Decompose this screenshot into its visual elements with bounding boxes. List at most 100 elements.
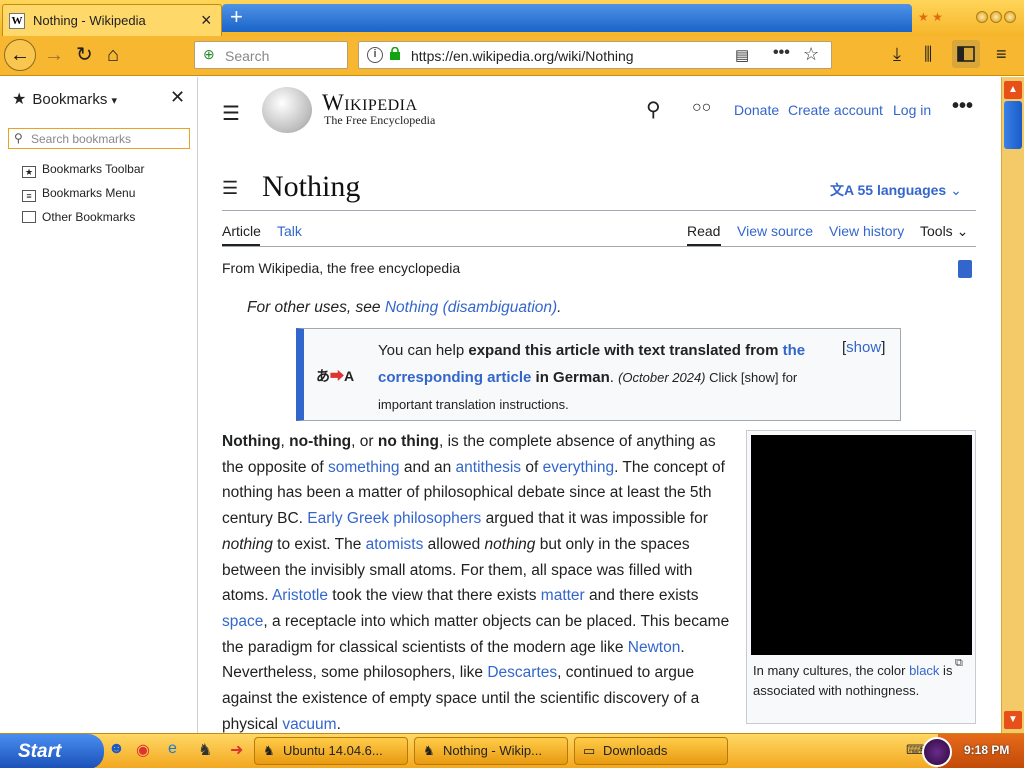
bookmarks-search-placeholder: Search bookmarks bbox=[31, 132, 132, 146]
minimize-button[interactable] bbox=[976, 11, 988, 23]
link-descartes[interactable]: Descartes bbox=[487, 664, 557, 681]
start-button[interactable]: Start bbox=[0, 734, 104, 768]
tab-talk[interactable]: Talk bbox=[277, 223, 302, 239]
internet-explorer-icon[interactable]: e bbox=[168, 740, 177, 758]
tab-bar-background bbox=[222, 4, 912, 32]
log-in-link[interactable]: Log in bbox=[893, 102, 931, 118]
link-antithesis[interactable]: antithesis bbox=[456, 459, 521, 476]
link-everything[interactable]: everything bbox=[543, 459, 615, 476]
people-icon[interactable]: ☻ bbox=[108, 740, 125, 758]
create-account-link[interactable]: Create account bbox=[788, 102, 883, 118]
page-content: ☰ Wikipedia The Free Encyclopedia ⚲ ○○ D… bbox=[200, 77, 1000, 733]
scroll-thumb[interactable] bbox=[1004, 101, 1022, 149]
search-icon[interactable]: ⚲ bbox=[646, 97, 661, 122]
maximize-button[interactable] bbox=[990, 11, 1002, 23]
languages-button[interactable]: 文A 55 languages ⌄ bbox=[830, 180, 962, 200]
close-window-button[interactable] bbox=[1004, 11, 1016, 23]
sidebar-item-bookmarks-toolbar[interactable]: ★ Bookmarks Toolbar bbox=[22, 162, 145, 178]
home-icon[interactable]: ⌂ bbox=[107, 42, 119, 68]
link-matter[interactable]: matter bbox=[541, 587, 585, 604]
wikipedia-tagline: The Free Encyclopedia bbox=[324, 113, 436, 127]
link-atomists[interactable]: atomists bbox=[366, 536, 424, 553]
hatnote: For other uses, see Nothing (disambiguat… bbox=[247, 299, 562, 316]
tab-view-history[interactable]: View history bbox=[829, 223, 904, 239]
library-icon[interactable]: ⫼ bbox=[924, 44, 932, 65]
star-icon: ★ bbox=[12, 91, 27, 108]
enlarge-icon[interactable]: ⧉ bbox=[955, 657, 963, 670]
search-input[interactable]: ⊕ Search bbox=[194, 41, 348, 69]
link-aristotle[interactable]: Aristotle bbox=[272, 587, 328, 604]
task-wikipedia[interactable]: ♞ Nothing - Wikip... bbox=[414, 737, 568, 765]
tab-tools[interactable]: Tools ⌄ bbox=[920, 223, 968, 240]
vertical-scrollbar[interactable]: ▲ ▼ bbox=[1001, 77, 1024, 733]
sidebar-close-icon[interactable]: ✕ bbox=[170, 87, 185, 108]
link-space[interactable]: space bbox=[222, 613, 263, 630]
sidebar-item-other-bookmarks[interactable]: Other Bookmarks bbox=[22, 210, 135, 224]
scroll-down-icon[interactable]: ▼ bbox=[1004, 711, 1022, 729]
link-newton[interactable]: Newton bbox=[628, 639, 681, 656]
chevron-down-icon: ▾ bbox=[111, 95, 118, 107]
forward-icon[interactable]: → bbox=[44, 42, 64, 68]
gnu-icon: ♞ bbox=[263, 743, 275, 758]
appearance-icon[interactable]: ○○ bbox=[692, 99, 711, 117]
reader-view-icon[interactable]: ▤ bbox=[735, 46, 749, 64]
task-ubuntu[interactable]: ♞ Ubuntu 14.04.6... bbox=[254, 737, 408, 765]
sidebar-item-label: Bookmarks Menu bbox=[42, 186, 136, 200]
tab-active[interactable]: W Nothing - Wikipedia × bbox=[2, 4, 222, 36]
show-toggle[interactable]: [show] bbox=[842, 339, 885, 356]
clock[interactable]: 9:18 PM bbox=[964, 743, 1009, 757]
url-text[interactable]: https://en.wikipedia.org/wiki/Nothing bbox=[411, 48, 634, 64]
chrome-icon[interactable]: ◉ bbox=[136, 740, 150, 760]
bookmarks-sidebar: ★ Bookmarks ▾ ✕ ⚲ Search bookmarks ★ Bookm… bbox=[0, 77, 198, 733]
link-black[interactable]: black bbox=[909, 663, 939, 678]
task-downloads[interactable]: ▭ Downloads bbox=[574, 737, 728, 765]
menu-folder-icon: ≡ bbox=[22, 190, 36, 202]
downloads-icon[interactable]: ⤓ bbox=[893, 44, 901, 65]
folder-icon: ▭ bbox=[583, 743, 596, 758]
url-bar[interactable]: i https://en.wikipedia.org/wiki/Nothing … bbox=[358, 41, 832, 69]
tray-avatar-icon[interactable] bbox=[922, 737, 952, 767]
star-folder-icon: ★ bbox=[22, 166, 36, 178]
disambiguation-link[interactable]: Nothing (disambiguation) bbox=[385, 299, 557, 316]
navigation-toolbar: ← → ↻ ⌂ ⊕ Search i https://en.wikipedia.… bbox=[0, 36, 1024, 76]
tab-close-icon[interactable]: × bbox=[201, 11, 212, 29]
image-caption: In many cultures, the color black is ass… bbox=[753, 663, 953, 698]
link-vacuum[interactable]: vacuum bbox=[282, 716, 336, 733]
hamburger-menu-icon[interactable]: ≡ bbox=[996, 44, 1007, 65]
site-subtitle: From Wikipedia, the free encyclopedia bbox=[222, 260, 461, 276]
more-options-icon[interactable]: ••• bbox=[952, 95, 973, 118]
protection-lock-icon[interactable] bbox=[958, 260, 972, 278]
black-image[interactable] bbox=[751, 435, 972, 655]
sidebar-toggle-button[interactable] bbox=[952, 40, 980, 68]
link-early-greek-philosophers[interactable]: Early Greek philosophers bbox=[307, 510, 481, 527]
info-icon[interactable]: i bbox=[367, 47, 383, 63]
donate-link[interactable]: Donate bbox=[734, 102, 779, 118]
sidebar-item-bookmarks-menu[interactable]: ≡ Bookmarks Menu bbox=[22, 186, 135, 202]
tab-article[interactable]: Article bbox=[222, 223, 261, 239]
main-menu-icon[interactable]: ☰ bbox=[222, 101, 240, 126]
sparkle-icon: ★ ★ bbox=[918, 10, 943, 24]
reload-icon[interactable]: ↻ bbox=[76, 42, 93, 68]
sidebar-header[interactable]: ★ Bookmarks ▾ bbox=[12, 89, 117, 109]
sidebar-item-label: Other Bookmarks bbox=[42, 210, 136, 224]
lock-icon bbox=[390, 47, 400, 60]
page-actions-icon[interactable]: ••• bbox=[773, 44, 790, 62]
notice-text: You can help expand this article with te… bbox=[378, 342, 806, 412]
page-title: Nothing bbox=[262, 170, 361, 203]
sidebar-icon bbox=[957, 46, 975, 62]
tab-read[interactable]: Read bbox=[687, 223, 720, 239]
link-something[interactable]: something bbox=[328, 459, 400, 476]
bookmark-star-icon[interactable]: ☆ bbox=[803, 44, 819, 65]
back-button[interactable]: ← bbox=[4, 39, 36, 71]
sidebar-title: Bookmarks bbox=[32, 91, 108, 108]
bookmarks-search-input[interactable]: ⚲ Search bookmarks bbox=[8, 128, 190, 149]
wikipedia-globe-icon[interactable] bbox=[262, 87, 312, 133]
scroll-up-icon[interactable]: ▲ bbox=[1004, 81, 1022, 99]
table-of-contents-icon[interactable]: ☰ bbox=[222, 178, 238, 199]
show-link[interactable]: show bbox=[846, 339, 881, 356]
new-tab-icon[interactable]: + bbox=[230, 6, 243, 28]
gnu-icon[interactable]: ♞ bbox=[198, 740, 212, 760]
tab-view-source[interactable]: View source bbox=[737, 223, 813, 239]
arrow-icon[interactable]: ➜ bbox=[230, 740, 243, 760]
wikipedia-favicon-icon: W bbox=[9, 13, 25, 29]
